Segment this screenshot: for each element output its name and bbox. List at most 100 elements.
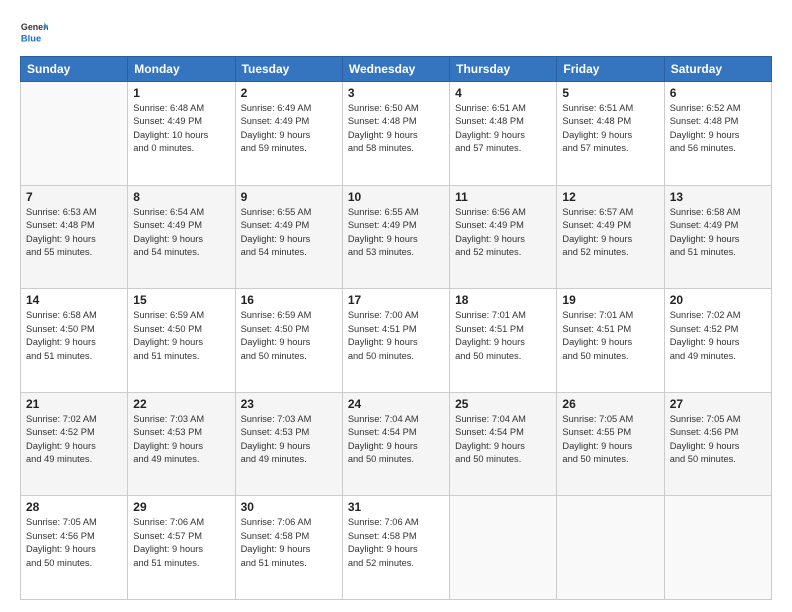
day-info: Sunrise: 6:57 AMSunset: 4:49 PMDaylight:…: [562, 206, 658, 260]
day-number: 26: [562, 397, 658, 411]
day-number: 14: [26, 293, 122, 307]
day-header-thursday: Thursday: [450, 57, 557, 82]
calendar-cell: 25 Sunrise: 7:04 AMSunset: 4:54 PMDayligh…: [450, 392, 557, 496]
day-info: Sunrise: 6:56 AMSunset: 4:49 PMDaylight:…: [455, 206, 551, 260]
day-info: Sunrise: 7:04 AMSunset: 4:54 PMDaylight:…: [455, 413, 551, 467]
calendar-cell: 30 Sunrise: 7:06 AMSunset: 4:58 PMDayligh…: [235, 496, 342, 600]
day-header-friday: Friday: [557, 57, 664, 82]
day-number: 17: [348, 293, 444, 307]
day-info: Sunrise: 6:48 AMSunset: 4:49 PMDaylight:…: [133, 102, 229, 156]
week-row-4: 21 Sunrise: 7:02 AMSunset: 4:52 PMDayligh…: [21, 392, 772, 496]
calendar-cell: 28Sunrise: 7:05 AMSunset: 4:56 PMDayligh…: [21, 496, 128, 600]
calendar-cell: [450, 496, 557, 600]
day-number: 27: [670, 397, 766, 411]
day-number: 9: [241, 190, 337, 204]
svg-text:General: General: [21, 22, 48, 32]
day-info: Sunrise: 7:05 AMSunset: 4:56 PMDaylight:…: [26, 516, 122, 570]
day-info: Sunrise: 6:54 AMSunset: 4:49 PMDaylight:…: [133, 206, 229, 260]
day-number: 30: [241, 500, 337, 514]
calendar-cell: [21, 82, 128, 186]
day-info: Sunrise: 7:01 AMSunset: 4:51 PMDaylight:…: [562, 309, 658, 363]
header-row: SundayMondayTuesdayWednesdayThursdayFrid…: [21, 57, 772, 82]
day-number: 16: [241, 293, 337, 307]
calendar-cell: 17Sunrise: 7:00 AMSunset: 4:51 PMDayligh…: [342, 289, 449, 393]
calendar-cell: [664, 496, 771, 600]
calendar-cell: 12 Sunrise: 6:57 AMSunset: 4:49 PMDayligh…: [557, 185, 664, 289]
day-number: 22: [133, 397, 229, 411]
calendar-cell: 27Sunrise: 7:05 AMSunset: 4:56 PMDayligh…: [664, 392, 771, 496]
day-info: Sunrise: 7:02 AMSunset: 4:52 PMDaylight:…: [670, 309, 766, 363]
calendar-cell: 20 Sunrise: 7:02 AMSunset: 4:52 PMDayligh…: [664, 289, 771, 393]
calendar-cell: 3 Sunrise: 6:50 AMSunset: 4:48 PMDaylight…: [342, 82, 449, 186]
logo-icon: General Blue: [20, 18, 48, 46]
day-number: 18: [455, 293, 551, 307]
day-number: 6: [670, 86, 766, 100]
day-number: 15: [133, 293, 229, 307]
day-info: Sunrise: 6:50 AMSunset: 4:48 PMDaylight:…: [348, 102, 444, 156]
svg-text:Blue: Blue: [21, 33, 41, 43]
day-info: Sunrise: 6:53 AMSunset: 4:48 PMDaylight:…: [26, 206, 122, 260]
calendar-cell: 13Sunrise: 6:58 AMSunset: 4:49 PMDayligh…: [664, 185, 771, 289]
week-row-5: 28Sunrise: 7:05 AMSunset: 4:56 PMDayligh…: [21, 496, 772, 600]
day-number: 24: [348, 397, 444, 411]
calendar-cell: 5 Sunrise: 6:51 AMSunset: 4:48 PMDaylight…: [557, 82, 664, 186]
day-header-tuesday: Tuesday: [235, 57, 342, 82]
week-row-1: 1 Sunrise: 6:48 AMSunset: 4:49 PMDaylight…: [21, 82, 772, 186]
calendar-cell: 1 Sunrise: 6:48 AMSunset: 4:49 PMDaylight…: [128, 82, 235, 186]
calendar-cell: 24 Sunrise: 7:04 AMSunset: 4:54 PMDayligh…: [342, 392, 449, 496]
day-header-sunday: Sunday: [21, 57, 128, 82]
day-header-wednesday: Wednesday: [342, 57, 449, 82]
day-header-monday: Monday: [128, 57, 235, 82]
calendar-cell: 29Sunrise: 7:06 AMSunset: 4:57 PMDayligh…: [128, 496, 235, 600]
day-number: 3: [348, 86, 444, 100]
day-info: Sunrise: 7:02 AMSunset: 4:52 PMDaylight:…: [26, 413, 122, 467]
week-row-3: 14 Sunrise: 6:58 AMSunset: 4:50 PMDayligh…: [21, 289, 772, 393]
calendar-cell: 14 Sunrise: 6:58 AMSunset: 4:50 PMDayligh…: [21, 289, 128, 393]
day-info: Sunrise: 6:51 AMSunset: 4:48 PMDaylight:…: [562, 102, 658, 156]
calendar-cell: 26 Sunrise: 7:05 AMSunset: 4:55 PMDayligh…: [557, 392, 664, 496]
day-info: Sunrise: 6:58 AMSunset: 4:50 PMDaylight:…: [26, 309, 122, 363]
day-number: 2: [241, 86, 337, 100]
day-info: Sunrise: 6:52 AMSunset: 4:48 PMDaylight:…: [670, 102, 766, 156]
header: General Blue: [20, 18, 772, 46]
day-number: 20: [670, 293, 766, 307]
day-info: Sunrise: 6:59 AMSunset: 4:50 PMDaylight:…: [133, 309, 229, 363]
calendar-cell: 10Sunrise: 6:55 AMSunset: 4:49 PMDayligh…: [342, 185, 449, 289]
day-number: 4: [455, 86, 551, 100]
day-info: Sunrise: 7:03 AMSunset: 4:53 PMDaylight:…: [241, 413, 337, 467]
day-number: 19: [562, 293, 658, 307]
calendar-cell: 15 Sunrise: 6:59 AMSunset: 4:50 PMDayligh…: [128, 289, 235, 393]
calendar-cell: 22 Sunrise: 7:03 AMSunset: 4:53 PMDayligh…: [128, 392, 235, 496]
calendar-cell: 6 Sunrise: 6:52 AMSunset: 4:48 PMDaylight…: [664, 82, 771, 186]
day-number: 12: [562, 190, 658, 204]
day-info: Sunrise: 7:05 AMSunset: 4:55 PMDaylight:…: [562, 413, 658, 467]
day-info: Sunrise: 6:51 AMSunset: 4:48 PMDaylight:…: [455, 102, 551, 156]
day-number: 5: [562, 86, 658, 100]
day-number: 21: [26, 397, 122, 411]
day-number: 25: [455, 397, 551, 411]
calendar-cell: 2Sunrise: 6:49 AMSunset: 4:49 PMDaylight…: [235, 82, 342, 186]
day-number: 8: [133, 190, 229, 204]
calendar-cell: 7 Sunrise: 6:53 AMSunset: 4:48 PMDaylight…: [21, 185, 128, 289]
day-number: 31: [348, 500, 444, 514]
day-number: 10: [348, 190, 444, 204]
calendar-cell: 11Sunrise: 6:56 AMSunset: 4:49 PMDayligh…: [450, 185, 557, 289]
day-info: Sunrise: 6:58 AMSunset: 4:49 PMDaylight:…: [670, 206, 766, 260]
calendar-cell: 23Sunrise: 7:03 AMSunset: 4:53 PMDayligh…: [235, 392, 342, 496]
calendar-table: SundayMondayTuesdayWednesdayThursdayFrid…: [20, 56, 772, 600]
calendar-cell: 21 Sunrise: 7:02 AMSunset: 4:52 PMDayligh…: [21, 392, 128, 496]
calendar-cell: 18Sunrise: 7:01 AMSunset: 4:51 PMDayligh…: [450, 289, 557, 393]
calendar-cell: [557, 496, 664, 600]
day-info: Sunrise: 7:03 AMSunset: 4:53 PMDaylight:…: [133, 413, 229, 467]
calendar-cell: 19 Sunrise: 7:01 AMSunset: 4:51 PMDayligh…: [557, 289, 664, 393]
calendar-cell: 31Sunrise: 7:06 AMSunset: 4:58 PMDayligh…: [342, 496, 449, 600]
day-info: Sunrise: 7:06 AMSunset: 4:58 PMDaylight:…: [241, 516, 337, 570]
day-info: Sunrise: 7:06 AMSunset: 4:57 PMDaylight:…: [133, 516, 229, 570]
logo: General Blue: [20, 18, 52, 46]
calendar-cell: 9Sunrise: 6:55 AMSunset: 4:49 PMDaylight…: [235, 185, 342, 289]
week-row-2: 7 Sunrise: 6:53 AMSunset: 4:48 PMDaylight…: [21, 185, 772, 289]
calendar-cell: 8 Sunrise: 6:54 AMSunset: 4:49 PMDaylight…: [128, 185, 235, 289]
day-info: Sunrise: 7:04 AMSunset: 4:54 PMDaylight:…: [348, 413, 444, 467]
day-number: 7: [26, 190, 122, 204]
day-number: 1: [133, 86, 229, 100]
